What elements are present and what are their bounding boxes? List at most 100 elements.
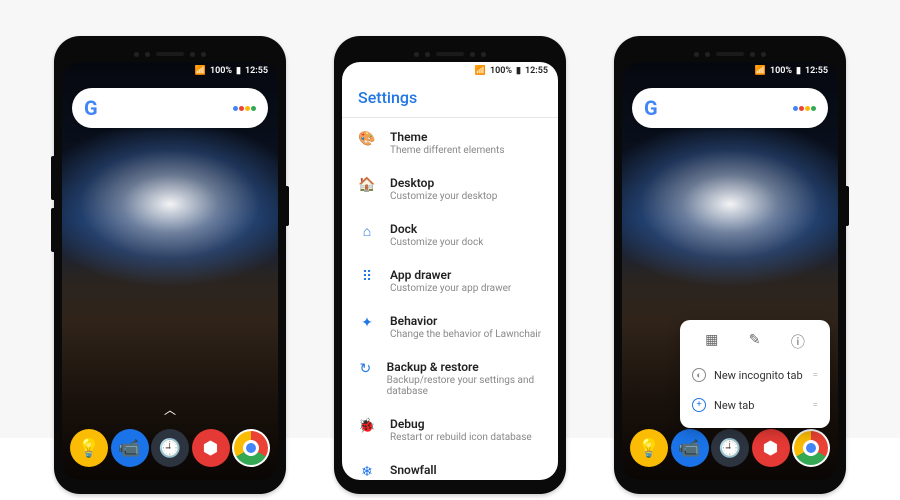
phone-home-popup: 📶 100% ▮ 12:55 G 💡 📹 🕘 ⬢ ▦	[614, 36, 846, 494]
settings-row-icon: 🎨	[358, 130, 376, 147]
edit-icon[interactable]: ✎	[749, 332, 761, 352]
settings-row-text: App drawerCustomize your app drawer	[390, 268, 511, 294]
home-screen[interactable]: 📶 100% ▮ 12:55 G ︿ 💡 📹 🕘 ⬢	[62, 62, 278, 480]
dock-app-chrome[interactable]	[792, 429, 830, 467]
dock-app-duo[interactable]: 📹	[671, 429, 709, 467]
power-button	[846, 186, 849, 226]
settings-row-sub: Customize your app drawer	[390, 283, 511, 294]
assistant-icon[interactable]	[793, 106, 816, 111]
settings-row-text: DockCustomize your dock	[390, 222, 483, 248]
settings-row-dock[interactable]: ⌂ DockCustomize your dock	[342, 212, 558, 258]
hex-icon: ⬢	[763, 438, 779, 459]
video-icon: 📹	[118, 438, 140, 459]
dock: 💡 📹 🕘 ⬢	[630, 424, 830, 472]
drag-handle-icon[interactable]: =	[813, 370, 819, 381]
home-screen[interactable]: 📶 100% ▮ 12:55 G 💡 📹 🕘 ⬢ ▦	[622, 62, 838, 480]
stage: 📶 100% ▮ 12:55 G ︿ 💡 📹 🕘 ⬢	[0, 0, 900, 494]
dock-app-clock[interactable]: 🕘	[151, 429, 189, 467]
lightbulb-icon: 💡	[638, 438, 660, 459]
settings-row-sub: Backup/restore your settings and databas…	[387, 375, 542, 397]
settings-row-title: Theme	[390, 130, 504, 144]
wifi-icon: 📶	[475, 66, 486, 76]
popup-row[interactable]: +New tab=	[680, 390, 830, 420]
settings-row-text: DebugRestart or rebuild icon database	[390, 417, 532, 443]
volume-rocker-2	[51, 208, 54, 252]
settings-row-title: Behavior	[390, 314, 541, 328]
app-drawer-handle-icon[interactable]: ︿	[164, 401, 176, 418]
search-bar[interactable]: G	[632, 88, 828, 128]
dock-app-clock[interactable]: 🕘	[711, 429, 749, 467]
info-icon[interactable]: ⓘ	[791, 332, 805, 352]
battery-icon: ▮	[796, 66, 801, 76]
settings-row-backup-restore[interactable]: ↻ Backup & restoreBackup/restore your set…	[342, 350, 558, 407]
settings-row-text: DesktopCustomize your desktop	[390, 176, 497, 202]
settings-row-title: Debug	[390, 417, 532, 431]
google-logo-icon: G	[644, 96, 658, 120]
settings-row-icon: 🐞	[358, 417, 376, 434]
sensor-bar	[62, 46, 278, 62]
dock-app-tips[interactable]: 💡	[630, 429, 668, 467]
wifi-icon: 📶	[755, 66, 766, 76]
popup-row-label: New incognito tab	[714, 369, 803, 382]
settings-row-theme[interactable]: 🎨 ThemeTheme different elements	[342, 120, 558, 166]
settings-row-text: Backup & restoreBackup/restore your sett…	[387, 360, 542, 397]
dock-app-settings[interactable]: ⬢	[192, 429, 230, 467]
settings-row-sub: Change the behavior of Lawnchair	[390, 329, 541, 340]
video-icon: 📹	[678, 438, 700, 459]
settings-row-text: BehaviorChange the behavior of Lawnchair	[390, 314, 541, 340]
dock-app-duo[interactable]: 📹	[111, 429, 149, 467]
drag-handle-icon[interactable]: =	[813, 400, 819, 411]
settings-row-icon: 🏠	[358, 176, 376, 193]
settings-row-title: App drawer	[390, 268, 511, 282]
power-button	[286, 186, 289, 226]
settings-row-app-drawer[interactable]: ⠿ App drawerCustomize your app drawer	[342, 258, 558, 304]
settings-row-title: Snowfall	[390, 463, 437, 477]
settings-row-text: Snowfall	[390, 463, 437, 478]
settings-row-sub: Customize your dock	[390, 237, 483, 248]
search-bar[interactable]: G	[72, 88, 268, 128]
dock: 💡 📹 🕘 ⬢	[70, 424, 270, 472]
widgets-icon[interactable]: ▦	[705, 332, 718, 352]
popup-row[interactable]: ◐ New incognito tab =	[680, 360, 830, 390]
battery-pct: 100%	[210, 66, 232, 76]
settings-row-debug[interactable]: 🐞 DebugRestart or rebuild icon database	[342, 407, 558, 453]
dock-app-chrome[interactable]	[232, 429, 270, 467]
settings-row-desktop[interactable]: 🏠 DesktopCustomize your desktop	[342, 166, 558, 212]
status-bar: 📶 100% ▮ 12:55	[195, 66, 268, 76]
settings-row-icon: ✦	[358, 314, 376, 331]
settings-row-icon: ⠿	[358, 268, 376, 285]
settings-row-snowfall[interactable]: ❄ Snowfall	[342, 453, 558, 480]
chrome-icon	[794, 431, 828, 465]
settings-row-sub: Theme different elements	[390, 145, 504, 156]
popup-row-label: New tab	[714, 399, 754, 412]
clock-time: 12:55	[245, 66, 268, 76]
popup-row-icon: ◐	[692, 368, 706, 382]
settings-surface: 📶 100% ▮ 12:55 Settings 🎨ThemeTheme diff…	[342, 62, 558, 480]
settings-row-icon: ↻	[358, 360, 373, 377]
settings-row-sub: Restart or rebuild icon database	[390, 432, 532, 443]
settings-row-title: Backup & restore	[387, 360, 542, 374]
wifi-icon: 📶	[195, 66, 206, 76]
phone-home: 📶 100% ▮ 12:55 G ︿ 💡 📹 🕘 ⬢	[54, 36, 286, 494]
sensor-bar	[622, 46, 838, 62]
lightbulb-icon: 💡	[78, 438, 100, 459]
hex-icon: ⬢	[203, 438, 219, 459]
settings-row-title: Desktop	[390, 176, 497, 190]
settings-row-sub: Customize your desktop	[390, 191, 497, 202]
dock-app-settings[interactable]: ⬢	[752, 429, 790, 467]
settings-row-behavior[interactable]: ✦ BehaviorChange the behavior of Lawnchai…	[342, 304, 558, 350]
settings-row-icon: ❄	[358, 463, 376, 480]
settings-screen[interactable]: 📶 100% ▮ 12:55 Settings 🎨ThemeTheme diff…	[342, 62, 558, 480]
settings-row-icon: ⌂	[358, 222, 376, 240]
chrome-shortcut-popup: ▦ ✎ ⓘ ◐New incognito tab=+New tab=	[680, 320, 830, 428]
assistant-icon[interactable]	[233, 106, 256, 111]
settings-list[interactable]: 🎨ThemeTheme different elements🏠DesktopCu…	[342, 118, 558, 480]
sensor-bar	[342, 46, 558, 62]
volume-rocker	[51, 156, 54, 200]
battery-icon: ▮	[236, 66, 241, 76]
battery-icon: ▮	[516, 66, 521, 76]
clock-time: 12:55	[805, 66, 828, 76]
dock-app-tips[interactable]: 💡	[70, 429, 108, 467]
popup-top-row: ▦ ✎ ⓘ	[680, 328, 830, 360]
google-logo-icon: G	[84, 96, 98, 120]
